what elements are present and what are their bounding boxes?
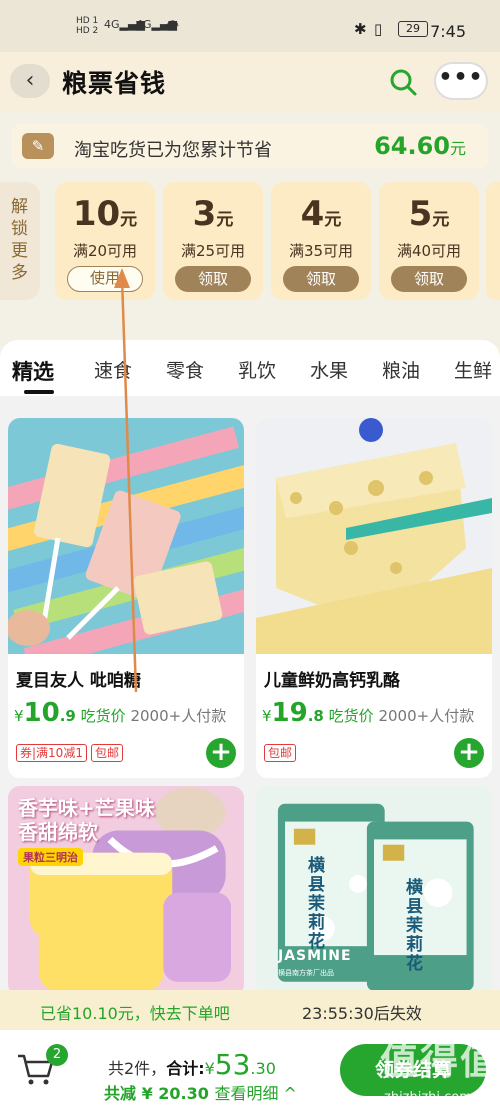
coupon-claim-button[interactable]: 领取 — [283, 266, 359, 292]
brand-label: JASMINE — [278, 948, 352, 964]
battery-icon: 29 — [398, 21, 428, 37]
jasmine-label: 横县茉莉花 — [304, 856, 324, 951]
cart-count-badge: 2 — [46, 1044, 68, 1066]
watermark-logo: 值得值 — [380, 1039, 500, 1083]
back-button[interactable]: ‹ — [10, 64, 50, 98]
view-details-link[interactable]: 查看明细 ^ — [214, 1084, 297, 1103]
product-feed: 夏目友人 吡咱糖 ¥10.9 吃货价 2000+人付款 券|满10减1 包邮 + … — [0, 396, 500, 996]
coupon-value: 10元 — [72, 194, 138, 234]
unlock-char: 更 — [11, 241, 29, 261]
tab-dairy-drinks[interactable]: 乳饮 — [238, 356, 276, 383]
watermark-site: zhizhizhi.com — [384, 1090, 472, 1105]
tab-snacks[interactable]: 零食 — [166, 356, 204, 383]
tab-instant-food[interactable]: 速食 — [94, 356, 132, 383]
status-bar: HD 1 HD 2 4G▂▄▆ 4G▂▄▆ ◠ ✱ ▯ 29 7:45 — [0, 0, 500, 52]
product-card[interactable]: 儿童鲜奶高钙乳酪 ¥19.8 吃货价 2000+人付款 包邮 + — [256, 418, 492, 778]
coupon-value: 4元 — [300, 194, 342, 234]
promo-badge: 果粒三明治 — [18, 848, 83, 866]
product-card[interactable]: 夏目友人 吡咱糖 ¥10.9 吃货价 2000+人付款 券|满10减1 包邮 + — [8, 418, 244, 778]
savings-banner: ✎ 淘宝吃货已为您累计节省 64.60元 — [12, 124, 488, 168]
coupon-card: 10元 满20可用 使用 — [55, 182, 155, 300]
page-header: ‹ 粮票省钱 ••• — [0, 52, 500, 112]
bluetooth-icon: ✱ — [354, 20, 367, 38]
jasmine-label: 横县茉莉花 — [402, 878, 422, 973]
search-icon[interactable] — [388, 67, 418, 97]
tab-featured[interactable]: 精选 — [12, 356, 54, 386]
add-to-cart-button[interactable]: + — [206, 738, 236, 768]
product-image — [269, 786, 479, 996]
savings-notice: 已省10.10元，快去下单吧 23:55:30后失效 — [0, 990, 500, 1030]
unlock-more-button[interactable]: 解 锁 更 多 — [0, 182, 40, 300]
unlock-char: 解 — [11, 197, 29, 217]
coupon-note-icon: ✎ — [22, 133, 54, 159]
free-shipping-tag: 包邮 — [264, 744, 297, 762]
savings-text: 淘宝吃货已为您累计节省 — [74, 140, 272, 161]
coupon-card: 3元 满25可用 领取 — [163, 182, 263, 300]
coupon-claim-button[interactable]: 领取 — [391, 266, 467, 292]
discount-line: 共减 ¥ 20.30 查看明细 ^ — [104, 1084, 297, 1103]
tab-grain-oil[interactable]: 粮油 — [382, 356, 420, 383]
total-line: 共2件，合计:¥53.30 — [108, 1048, 276, 1081]
category-tabs: 精选 速食 零食 乳饮 水果 粮油 生鲜 — [0, 340, 500, 396]
product-name: 夏目友人 吡咱糖 — [16, 671, 141, 691]
coupon-card-partial[interactable] — [486, 182, 500, 300]
vibrate-icon: ▯ — [374, 20, 383, 38]
savings-amount: 64.60元 — [374, 132, 466, 160]
add-to-cart-button[interactable]: + — [454, 738, 484, 768]
free-shipping-tag: 包邮 — [90, 744, 123, 762]
product-image — [256, 418, 492, 654]
unlock-char: 多 — [11, 263, 29, 283]
coupon-card: 5元 满40可用 领取 — [379, 182, 479, 300]
tab-fresh[interactable]: 生鲜 — [454, 356, 492, 383]
factory-label: 横县南方茶厂出品 — [278, 969, 334, 977]
coupon-condition: 满40可用 — [396, 242, 462, 260]
sim-indicator: HD 1 HD 2 — [76, 16, 99, 36]
product-card[interactable]: 香芋味+芒果味 香甜绵软 果粒三明治 — [8, 786, 244, 996]
coupon-condition: 满20可用 — [72, 242, 138, 260]
coupon-use-button[interactable]: 使用 — [67, 266, 143, 292]
tab-fruit[interactable]: 水果 — [310, 356, 348, 383]
coupon-condition: 满35可用 — [288, 242, 354, 260]
coupon-tag: 券|满10减1 — [16, 744, 87, 762]
unlock-char: 锁 — [11, 219, 29, 239]
coupon-claim-button[interactable]: 领取 — [175, 266, 251, 292]
coupon-condition: 满25可用 — [180, 242, 246, 260]
product-image — [8, 418, 244, 654]
chevron-left-icon: ‹ — [25, 68, 35, 93]
product-price: ¥19.8 吃货价 2000+人付款 — [262, 698, 475, 728]
coupon-value: 5元 — [408, 194, 450, 234]
coupon-value: 3元 — [192, 194, 234, 234]
active-tab-indicator — [24, 390, 54, 394]
coupon-card: 4元 满35可用 领取 — [271, 182, 371, 300]
saved-text: 已省10.10元，快去下单吧 — [40, 1004, 230, 1023]
product-name: 儿童鲜奶高钙乳酪 — [264, 671, 400, 691]
promo-headline: 香芋味+芒果味 香甜绵软 — [18, 796, 155, 844]
product-card[interactable]: 横县茉莉花 横县茉莉花 JASMINE 横县南方茶厂出品 — [256, 786, 492, 996]
wifi-icon: ◠ — [166, 16, 180, 34]
more-button[interactable]: ••• — [434, 62, 488, 100]
more-dots-icon: ••• — [438, 65, 484, 90]
product-price: ¥10.9 吃货价 2000+人付款 — [14, 698, 227, 728]
product-tags: 券|满10减1 包邮 — [16, 742, 127, 762]
page-title: 粮票省钱 — [62, 69, 167, 98]
clock: 7:45 — [430, 22, 466, 41]
expiry-timer: 23:55:30后失效 — [302, 1004, 422, 1023]
product-tags: 包邮 — [264, 742, 300, 762]
